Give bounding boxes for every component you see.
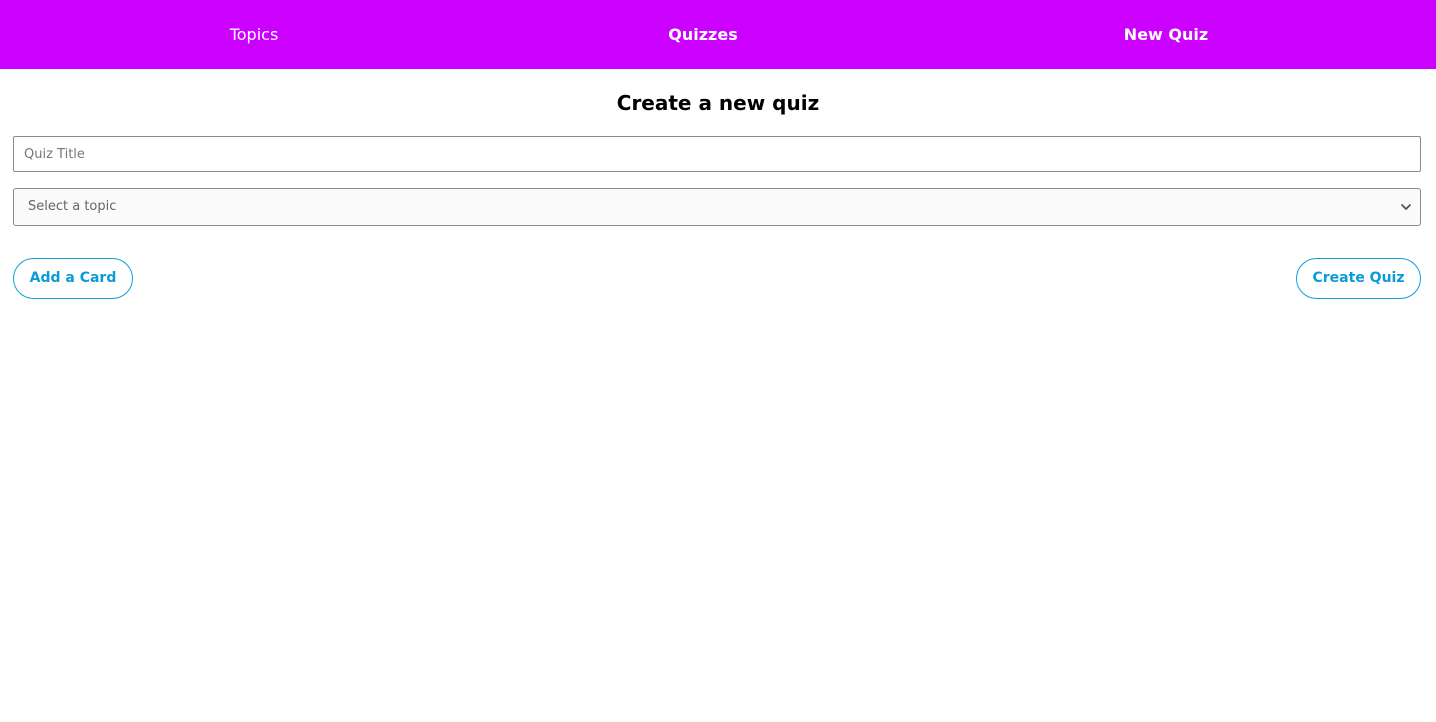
quiz-title-input[interactable] xyxy=(13,136,1421,172)
create-quiz-button[interactable]: Create Quiz xyxy=(1296,258,1421,299)
add-card-button[interactable]: Add a Card xyxy=(13,258,133,299)
topic-select-value: Select a topic xyxy=(28,199,117,214)
chevron-down-icon xyxy=(1401,204,1411,210)
nav-link-new-quiz[interactable]: New Quiz xyxy=(1124,0,1208,69)
nav-link-quizzes[interactable]: Quizzes xyxy=(668,0,737,69)
top-navbar: Topics Quizzes New Quiz xyxy=(0,0,1436,69)
nav-link-topics[interactable]: Topics xyxy=(230,0,279,69)
page-title: Create a new quiz xyxy=(616,91,820,115)
topic-select[interactable]: Select a topic xyxy=(13,188,1421,226)
